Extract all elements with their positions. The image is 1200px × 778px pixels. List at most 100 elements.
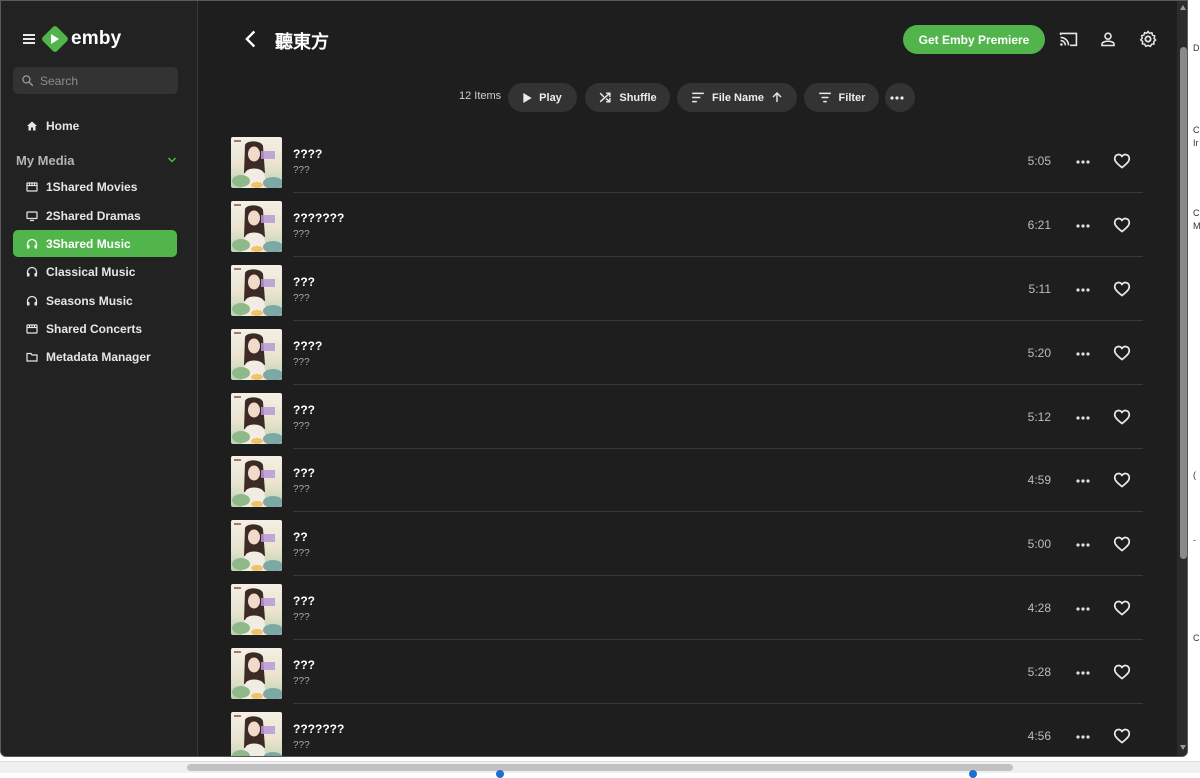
track-artist[interactable]: ??? bbox=[293, 548, 310, 559]
track-title[interactable]: ??????? bbox=[293, 722, 344, 736]
track-title[interactable]: ??? bbox=[293, 594, 315, 608]
track-more-button[interactable] bbox=[1073, 538, 1093, 552]
track-thumbnail[interactable] bbox=[231, 137, 282, 188]
track-title[interactable]: ?? bbox=[293, 530, 308, 544]
track-more-button[interactable] bbox=[1073, 347, 1093, 361]
track-row[interactable]: ??? ??? 5:11 bbox=[231, 261, 1143, 325]
track-more-button[interactable] bbox=[1073, 602, 1093, 616]
track-row[interactable]: ??????? ??? 6:21 bbox=[231, 197, 1143, 261]
track-more-button[interactable] bbox=[1073, 219, 1093, 233]
track-more-button[interactable] bbox=[1073, 155, 1093, 169]
track-thumbnail[interactable] bbox=[231, 456, 282, 507]
track-row[interactable]: ??? ??? 4:59 bbox=[231, 452, 1143, 516]
more-horizontal-icon bbox=[1076, 352, 1090, 356]
edge-text: C bbox=[1193, 208, 1200, 218]
track-title[interactable]: ??? bbox=[293, 466, 315, 480]
track-more-button[interactable] bbox=[1073, 474, 1093, 488]
sidebar-item-classical-music[interactable]: Classical Music bbox=[13, 258, 177, 285]
main-content: 聽東方 Get Emby Premiere 12 Items Play Shuf… bbox=[199, 1, 1177, 756]
track-thumbnail[interactable] bbox=[231, 201, 282, 252]
favorite-button[interactable] bbox=[1112, 534, 1132, 554]
more-options-button[interactable] bbox=[885, 83, 915, 112]
track-row[interactable]: ??????? ??? 4:56 bbox=[231, 708, 1143, 756]
filter-icon bbox=[818, 92, 831, 103]
track-more-button[interactable] bbox=[1073, 666, 1093, 680]
track-artist[interactable]: ??? bbox=[293, 229, 310, 240]
track-row[interactable]: ?? ??? 5:00 bbox=[231, 516, 1143, 580]
sidebar-item-metadata-manager[interactable]: Metadata Manager bbox=[13, 343, 177, 370]
track-title[interactable]: ??? bbox=[293, 403, 315, 417]
track-title[interactable]: ??? bbox=[293, 275, 315, 289]
favorite-button[interactable] bbox=[1112, 407, 1132, 427]
settings-button[interactable] bbox=[1137, 29, 1159, 49]
cast-button[interactable] bbox=[1057, 29, 1079, 49]
sidebar-item-seasons-music[interactable]: Seasons Music bbox=[13, 287, 177, 314]
track-artist[interactable]: ??? bbox=[293, 740, 310, 751]
sort-button[interactable]: File Name bbox=[677, 83, 797, 112]
scrollbar-thumb[interactable] bbox=[1180, 47, 1187, 559]
track-title[interactable]: ???? bbox=[293, 147, 322, 161]
edge-text: M bbox=[1193, 221, 1200, 231]
track-title[interactable]: ???? bbox=[293, 339, 322, 353]
menu-icon[interactable] bbox=[23, 34, 35, 44]
play-button[interactable]: Play bbox=[508, 83, 577, 112]
play-icon bbox=[523, 92, 532, 103]
track-row[interactable]: ??? ??? 4:28 bbox=[231, 580, 1143, 644]
horizontal-scrollbar[interactable] bbox=[0, 761, 1200, 778]
sidebar-item-home[interactable]: Home bbox=[13, 112, 177, 139]
play-label: Play bbox=[539, 91, 562, 104]
shuffle-button[interactable]: Shuffle bbox=[585, 83, 670, 112]
search-input[interactable] bbox=[40, 73, 170, 88]
search-box[interactable] bbox=[13, 67, 178, 94]
track-title[interactable]: ??????? bbox=[293, 211, 344, 225]
track-thumbnail[interactable] bbox=[231, 584, 282, 635]
track-thumbnail[interactable] bbox=[231, 265, 282, 316]
favorite-button[interactable] bbox=[1112, 215, 1132, 235]
track-artist[interactable]: ??? bbox=[293, 293, 310, 304]
favorite-button[interactable] bbox=[1112, 662, 1132, 682]
filter-button[interactable]: Filter bbox=[804, 83, 879, 112]
track-artist[interactable]: ??? bbox=[293, 357, 310, 368]
favorite-button[interactable] bbox=[1112, 470, 1132, 490]
user-button[interactable] bbox=[1097, 29, 1119, 49]
track-thumbnail[interactable] bbox=[231, 520, 282, 571]
track-artist[interactable]: ??? bbox=[293, 484, 310, 495]
scroll-up-icon[interactable] bbox=[1180, 5, 1186, 10]
track-more-button[interactable] bbox=[1073, 730, 1093, 744]
track-row[interactable]: ??? ??? 5:12 bbox=[231, 389, 1143, 453]
track-more-button[interactable] bbox=[1073, 411, 1093, 425]
favorite-button[interactable] bbox=[1112, 343, 1132, 363]
sidebar-item-shared-concerts[interactable]: Shared Concerts bbox=[13, 315, 177, 342]
vertical-scrollbar[interactable] bbox=[1177, 1, 1187, 756]
track-row[interactable]: ??? ??? 5:28 bbox=[231, 644, 1143, 708]
horizontal-scrollbar-thumb[interactable] bbox=[187, 764, 1013, 771]
heart-icon bbox=[1113, 600, 1131, 616]
track-title[interactable]: ??? bbox=[293, 658, 315, 672]
track-row[interactable]: ???? ??? 5:20 bbox=[231, 325, 1143, 389]
scroll-down-icon[interactable] bbox=[1180, 745, 1186, 750]
sidebar-item-2shared-dramas[interactable]: 2Shared Dramas bbox=[13, 202, 177, 229]
emby-logo[interactable]: emby bbox=[40, 24, 121, 54]
favorite-button[interactable] bbox=[1112, 726, 1132, 746]
track-thumbnail[interactable] bbox=[231, 712, 282, 756]
track-artist[interactable]: ??? bbox=[293, 676, 310, 687]
more-horizontal-icon bbox=[1076, 479, 1090, 483]
favorite-button[interactable] bbox=[1112, 279, 1132, 299]
track-thumbnail[interactable] bbox=[231, 648, 282, 699]
chevron-down-icon bbox=[167, 157, 177, 163]
sidebar-item-1shared-movies[interactable]: 1Shared Movies bbox=[13, 173, 177, 200]
favorite-button[interactable] bbox=[1112, 598, 1132, 618]
track-artist[interactable]: ??? bbox=[293, 421, 310, 432]
track-row[interactable]: ???? ??? 5:05 bbox=[231, 133, 1143, 197]
get-premiere-button[interactable]: Get Emby Premiere bbox=[903, 25, 1045, 54]
track-artist[interactable]: ??? bbox=[293, 165, 310, 176]
track-more-button[interactable] bbox=[1073, 283, 1093, 297]
back-button[interactable] bbox=[241, 29, 261, 49]
sort-label: File Name bbox=[712, 91, 764, 104]
track-artist[interactable]: ??? bbox=[293, 612, 310, 623]
track-thumbnail[interactable] bbox=[231, 329, 282, 380]
favorite-button[interactable] bbox=[1112, 151, 1132, 171]
track-thumbnail[interactable] bbox=[231, 393, 282, 444]
section-my-media[interactable]: My Media bbox=[16, 151, 178, 169]
sidebar-item-3shared-music[interactable]: 3Shared Music bbox=[13, 230, 177, 257]
